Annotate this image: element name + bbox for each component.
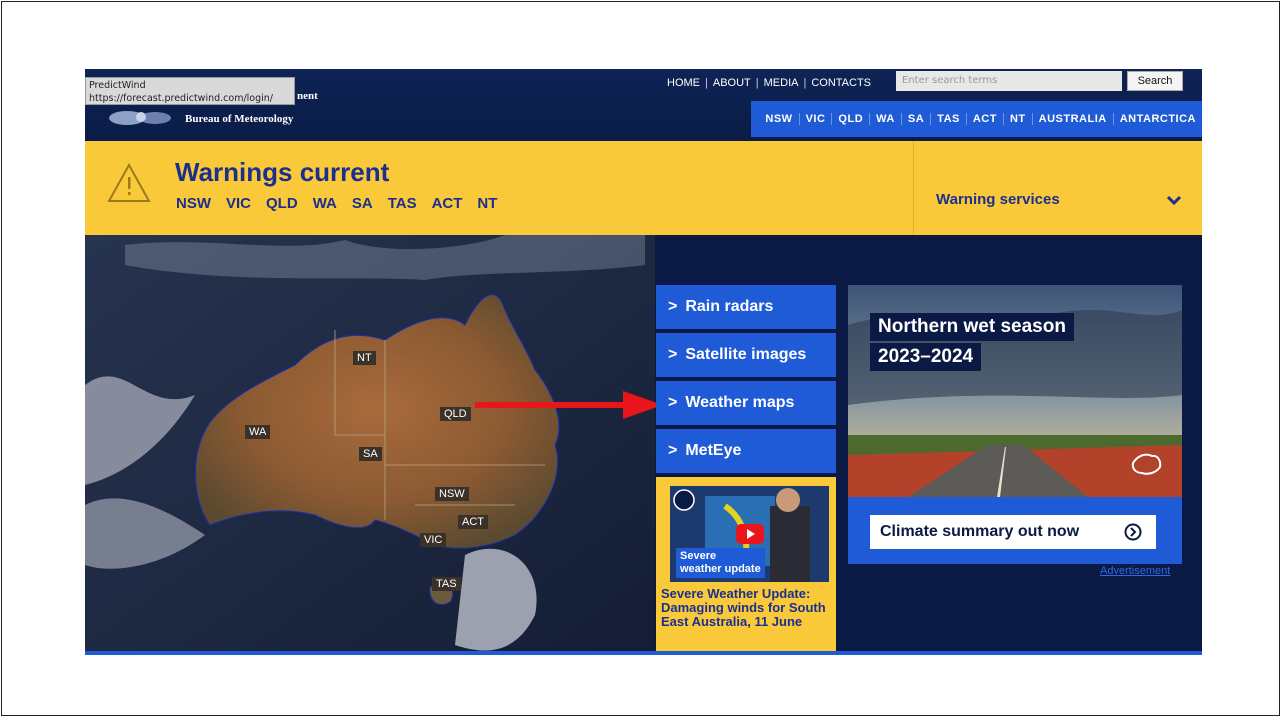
map-label-tas[interactable]: TAS xyxy=(432,577,461,591)
video-tag-line1: Severe xyxy=(680,550,717,562)
link-meteye[interactable]: > MetEye xyxy=(656,429,836,473)
climate-summary-button[interactable]: Climate summary out now xyxy=(870,515,1156,549)
warnings-banner: Warnings current NSW VIC QLD WA SA TAS A… xyxy=(85,141,1202,235)
warning-services-link[interactable]: Warning services xyxy=(936,191,1060,208)
chevron-right-icon: > xyxy=(668,394,678,411)
nav-separator: | xyxy=(803,77,807,89)
nav-contacts[interactable]: CONTACTS xyxy=(811,77,871,89)
link-label: MetEye xyxy=(685,442,742,459)
state-nav-antarctica[interactable]: ANTARCTICA xyxy=(1114,113,1202,125)
ad-heading-line2: 2023–2024 xyxy=(870,343,982,371)
arrow-circle-right-icon xyxy=(1124,523,1142,541)
warning-state-wa[interactable]: WA xyxy=(313,195,337,212)
chevron-right-icon: > xyxy=(668,298,678,315)
nav-separator: | xyxy=(705,77,708,89)
play-icon[interactable] xyxy=(736,524,764,544)
video-thumbnail[interactable]: Severe weather update xyxy=(670,486,829,582)
video-caption-link[interactable]: Severe Weather Update: Damaging winds fo… xyxy=(661,587,833,629)
ad-image: Northern wet season 2023–2024 xyxy=(848,285,1182,497)
tooltip-url: https://forecast.predictwind.com/login/ xyxy=(89,93,273,104)
state-nav: NSW VIC QLD WA SA TAS ACT NT AUSTRALIA A… xyxy=(751,101,1202,137)
annotation-arrow-icon xyxy=(475,391,663,419)
bureau-brand-text[interactable]: Bureau of Meteorology xyxy=(185,113,293,125)
advertisement-label[interactable]: Advertisement xyxy=(1100,565,1170,577)
state-nav-vic[interactable]: VIC xyxy=(800,113,833,125)
bom-map-logo-icon xyxy=(1131,453,1162,475)
state-nav-act[interactable]: ACT xyxy=(967,113,1004,125)
map-label-wa[interactable]: WA xyxy=(245,425,271,439)
link-tooltip: PredictWind https://forecast.predictwind… xyxy=(85,77,295,105)
warnings-title[interactable]: Warnings current xyxy=(175,157,389,188)
nav-about[interactable]: ABOUT xyxy=(713,77,751,89)
divider xyxy=(913,141,914,235)
chevron-down-icon[interactable] xyxy=(1165,191,1183,209)
state-nav-australia[interactable]: AUSTRALIA xyxy=(1033,113,1114,125)
warning-state-vic[interactable]: VIC xyxy=(226,195,251,212)
site-header: nent Bureau of Meteorology HOME | ABOUT … xyxy=(85,69,1202,141)
warning-states: NSW VIC QLD WA SA TAS ACT NT xyxy=(176,195,497,212)
chevron-right-icon: > xyxy=(668,346,678,363)
warning-state-tas[interactable]: TAS xyxy=(388,195,417,212)
warning-state-nt[interactable]: NT xyxy=(477,195,497,212)
climate-summary-label: Climate summary out now xyxy=(880,523,1080,540)
link-label: Satellite images xyxy=(685,346,807,363)
state-nav-nt[interactable]: NT xyxy=(1004,113,1033,125)
warning-triangle-icon xyxy=(107,163,151,202)
map-label-vic[interactable]: VIC xyxy=(420,533,447,547)
australia-satellite-image xyxy=(85,235,655,655)
map-label-nt[interactable]: NT xyxy=(353,351,376,365)
state-nav-sa[interactable]: SA xyxy=(902,113,932,125)
satellite-map[interactable]: NT QLD WA SA NSW ACT VIC TAS xyxy=(85,235,655,655)
map-label-sa[interactable]: SA xyxy=(359,447,382,461)
state-nav-wa[interactable]: WA xyxy=(870,113,902,125)
nav-media[interactable]: MEDIA xyxy=(764,77,799,89)
map-label-nsw[interactable]: NSW xyxy=(435,487,469,501)
video-tag: Severe weather update xyxy=(676,548,765,578)
map-label-qld[interactable]: QLD xyxy=(440,407,471,421)
link-label: Weather maps xyxy=(685,394,795,411)
quick-links: > Rain radars > Satellite images > Weather … xyxy=(656,285,836,477)
government-brand-text: nent xyxy=(297,90,318,102)
bom-homepage: nent Bureau of Meteorology HOME | ABOUT … xyxy=(85,69,1202,655)
ad-heading-line1: Northern wet season xyxy=(870,313,1074,341)
search-input[interactable]: Enter search terms xyxy=(896,71,1122,91)
warning-state-act[interactable]: ACT xyxy=(432,195,463,212)
advertisement-card[interactable]: Northern wet season 2023–2024 Climate su… xyxy=(848,285,1182,564)
video-card[interactable]: Severe weather update Severe Weather Upd… xyxy=(656,477,836,655)
link-weather-maps[interactable]: > Weather maps xyxy=(656,381,836,425)
link-label: Rain radars xyxy=(685,298,774,315)
warning-state-qld[interactable]: QLD xyxy=(266,195,298,212)
warning-state-nsw[interactable]: NSW xyxy=(176,195,211,212)
nav-home[interactable]: HOME xyxy=(667,77,700,89)
nav-separator: | xyxy=(755,77,759,89)
bottom-border xyxy=(85,651,1202,655)
search-button[interactable]: Search xyxy=(1127,71,1183,91)
map-label-act[interactable]: ACT xyxy=(458,515,488,529)
link-rain-radars[interactable]: > Rain radars xyxy=(656,285,836,329)
warning-state-sa[interactable]: SA xyxy=(352,195,373,212)
tooltip-title: PredictWind xyxy=(89,80,146,91)
coat-of-arms-logo xyxy=(109,111,171,125)
state-nav-tas[interactable]: TAS xyxy=(931,113,967,125)
top-nav: HOME | ABOUT | MEDIA | CONTACTS xyxy=(667,73,871,93)
video-tag-line2: weather update xyxy=(680,563,761,575)
link-satellite-images[interactable]: > Satellite images xyxy=(656,333,836,377)
chevron-right-icon: > xyxy=(668,442,678,459)
state-nav-nsw[interactable]: NSW xyxy=(759,113,800,125)
state-nav-qld[interactable]: QLD xyxy=(832,113,871,125)
